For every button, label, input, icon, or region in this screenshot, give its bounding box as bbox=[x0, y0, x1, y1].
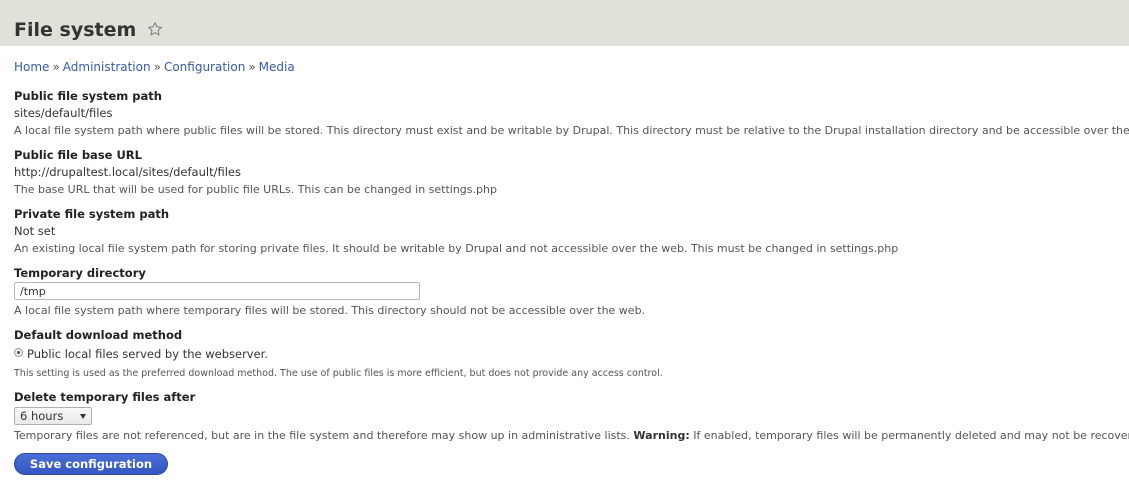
breadcrumb-administration[interactable]: Administration bbox=[63, 60, 151, 74]
breadcrumb-configuration[interactable]: Configuration bbox=[164, 60, 245, 74]
public-path-value: sites/default/files bbox=[14, 106, 113, 120]
warning-label: Warning: bbox=[633, 429, 690, 442]
breadcrumb-separator: » bbox=[248, 60, 256, 74]
private-path-label: Private file system path bbox=[14, 207, 170, 221]
breadcrumb-separator: » bbox=[52, 60, 60, 74]
public-path-label: Public file system path bbox=[14, 89, 162, 103]
private-path-value: Not set bbox=[14, 224, 56, 238]
download-method-public-label[interactable]: Public local files served by the webserv… bbox=[27, 347, 268, 361]
private-path-description: An existing local file system path for s… bbox=[14, 242, 899, 255]
breadcrumb: Home» Administration» Configuration» Media bbox=[14, 60, 295, 74]
temporary-directory-description: A local file system path where temporary… bbox=[14, 304, 646, 317]
download-method-public-radio[interactable] bbox=[14, 348, 23, 357]
page-title: File system bbox=[14, 19, 137, 41]
delete-temp-select[interactable]: 6 hours bbox=[14, 407, 92, 425]
breadcrumb-home[interactable]: Home bbox=[14, 60, 49, 74]
public-base-url-value: http://drupaltest.local/sites/default/fi… bbox=[14, 165, 241, 179]
public-base-url-label: Public file base URL bbox=[14, 148, 142, 162]
delete-temp-description: Temporary files are not referenced, but … bbox=[14, 429, 1129, 442]
breadcrumb-media[interactable]: Media bbox=[259, 60, 295, 74]
star-outline-icon[interactable] bbox=[147, 21, 163, 41]
download-method-description: This setting is used as the preferred do… bbox=[14, 368, 663, 379]
public-path-description: A local file system path where public fi… bbox=[14, 124, 1129, 137]
chevron-down-icon bbox=[80, 414, 86, 419]
delete-temp-selected-value: 6 hours bbox=[20, 409, 64, 423]
download-method-label: Default download method bbox=[14, 328, 183, 342]
temporary-directory-input[interactable] bbox=[14, 282, 420, 300]
breadcrumb-separator: » bbox=[153, 60, 161, 74]
delete-temp-label: Delete temporary files after bbox=[14, 390, 196, 404]
delete-temp-description-prefix: Temporary files are not referenced, but … bbox=[14, 429, 630, 442]
delete-temp-description-suffix: If enabled, temporary files will be perm… bbox=[693, 429, 1129, 442]
temporary-directory-label: Temporary directory bbox=[14, 266, 146, 280]
page-header: File system bbox=[0, 0, 1129, 46]
save-configuration-button[interactable]: Save configuration bbox=[14, 453, 168, 475]
public-base-url-description: The base URL that will be used for publi… bbox=[14, 183, 497, 196]
